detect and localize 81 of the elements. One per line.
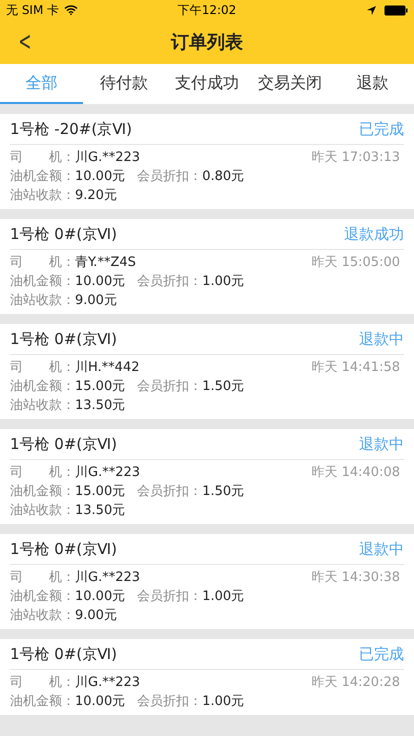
field-value: 10.00元 xyxy=(75,693,126,711)
field-label: 司 机： xyxy=(10,149,75,167)
order-status: 退款成功 xyxy=(344,224,404,244)
page-title: 订单列表 xyxy=(171,31,243,54)
order-title: 1号枪 0#(京Ⅵ) xyxy=(10,540,117,558)
order-time: 昨天 14:30:38 xyxy=(311,569,400,587)
field-label: 油站收款： xyxy=(10,187,75,205)
order-time: 昨天 17:03:13 xyxy=(311,149,400,167)
field-label: 油机金额： xyxy=(10,483,75,501)
field-value: 青Y.**Z4S xyxy=(75,254,136,272)
field-label: 会员折扣： xyxy=(137,273,202,291)
field-label: 司 机： xyxy=(10,254,75,272)
order-status: 已完成 xyxy=(359,644,404,664)
field-value: 1.00元 xyxy=(202,588,244,606)
order-status: 退款中 xyxy=(359,434,404,454)
field-value: 川G.**223 xyxy=(75,464,140,482)
field-value: 13.50元 xyxy=(75,397,126,415)
field-value: 9.20元 xyxy=(75,187,117,205)
order-title: 1号枪 0#(京Ⅵ) xyxy=(10,434,117,454)
location-icon xyxy=(367,6,376,14)
carrier-text: 无 SIM 卡 xyxy=(6,2,60,18)
field-label: 油站收款： xyxy=(10,607,75,625)
field-label: 油机金额： xyxy=(10,168,75,186)
order-card[interactable]: 1号枪 0#(京Ⅵ) 退款成功 司 机：青Y.**Z4S 昨天 15:05:00 油机金额：10.00元 会员折扣：1.00元 油站收款：9.00元 xyxy=(0,219,414,314)
field-value: 1.50元 xyxy=(202,378,244,396)
order-status: 已完成 xyxy=(359,120,404,138)
order-card[interactable]: 1号枪 -20#(京Ⅵ) 已完成 司 机：川G.**223 昨天 17:03:13 油机金额：10.00元 会员折扣：0.80元 油站收款：9.20元 xyxy=(0,114,414,209)
field-value: 9.00元 xyxy=(75,292,117,310)
order-time: 昨天 14:40:08 xyxy=(311,464,400,482)
field-value: 1.00元 xyxy=(202,693,244,711)
order-status: 退款中 xyxy=(359,330,404,348)
field-value: 0.80元 xyxy=(202,168,244,186)
field-label: 油机金额： xyxy=(10,378,75,396)
field-value: 川H.**442 xyxy=(75,359,140,377)
field-value: 1.50元 xyxy=(202,483,244,501)
field-value: 15.00元 xyxy=(75,483,126,501)
order-card[interactable]: 1号枪 0#(京Ⅵ) 退款中 司 机：川H.**442 昨天 14:41:58 油机金额：15.00元 会员折扣：1.50元 油站收款：13.50元 xyxy=(0,324,414,419)
field-label: 会员折扣： xyxy=(137,693,202,711)
field-value: 川G.**223 xyxy=(75,674,140,692)
field-label: 会员折扣： xyxy=(137,168,202,186)
field-value: 川G.**223 xyxy=(75,149,140,167)
field-value: 10.00元 xyxy=(75,168,126,186)
field-value: 15.00元 xyxy=(75,378,126,396)
order-title: 1号枪 0#(京Ⅵ) xyxy=(10,644,117,664)
field-value: 1.00元 xyxy=(202,273,244,291)
field-label: 司 机： xyxy=(10,569,75,587)
tab[interactable]: 交易关闭 xyxy=(248,64,332,104)
tab[interactable]: 支付成功 xyxy=(166,64,248,104)
order-status: 退款中 xyxy=(359,540,404,558)
order-title: 1号枪 -20#(京Ⅵ) xyxy=(10,120,132,138)
field-value: 9.00元 xyxy=(75,607,117,625)
clock-text: 下午12:02 xyxy=(178,2,236,18)
field-label: 会员折扣： xyxy=(137,483,202,501)
field-label: 司 机： xyxy=(10,359,75,377)
field-label: 会员折扣： xyxy=(137,378,202,396)
order-card[interactable]: 1号枪 0#(京Ⅵ) 已完成 司 机：川G.**223 昨天 14:20:28 油机金额：10.00元 会员折扣：1.00元 xyxy=(0,639,414,715)
field-value: 13.50元 xyxy=(75,502,126,520)
field-value: 10.00元 xyxy=(75,588,126,606)
order-time: 昨天 14:20:28 xyxy=(311,674,400,692)
order-time: 昨天 14:41:58 xyxy=(311,359,400,377)
order-time: 昨天 15:05:00 xyxy=(311,254,400,272)
field-label: 会员折扣： xyxy=(137,588,202,606)
field-label: 油机金额： xyxy=(10,693,75,711)
field-value: 川G.**223 xyxy=(75,569,140,587)
field-label: 油机金额： xyxy=(10,588,75,606)
field-label: 油站收款： xyxy=(10,502,75,520)
order-title: 1号枪 0#(京Ⅵ) xyxy=(10,330,117,348)
field-value: 10.00元 xyxy=(75,273,126,291)
battery-icon xyxy=(384,4,408,16)
tab[interactable]: 退款 xyxy=(331,64,414,104)
order-card[interactable]: 1号枪 0#(京Ⅵ) 退款中 司 机：川G.**223 昨天 14:40:08 油机金额：15.00元 会员折扣：1.50元 油站收款：13.50元 xyxy=(0,429,414,524)
wifi-icon xyxy=(64,5,78,15)
field-label: 司 机： xyxy=(10,464,75,482)
field-label: 司 机： xyxy=(10,674,75,692)
order-title: 1号枪 0#(京Ⅵ) xyxy=(10,224,117,244)
field-label: 油站收款： xyxy=(10,292,75,310)
order-card[interactable]: 1号枪 0#(京Ⅵ) 退款中 司 机：川G.**223 昨天 14:30:38 油机金额：10.00元 会员折扣：1.00元 油站收款：9.00元 xyxy=(0,534,414,629)
field-label: 油机金额： xyxy=(10,273,75,291)
tab[interactable]: 待付款 xyxy=(82,64,166,104)
field-label: 油站收款： xyxy=(10,397,75,415)
back-button[interactable]: < xyxy=(12,27,38,57)
